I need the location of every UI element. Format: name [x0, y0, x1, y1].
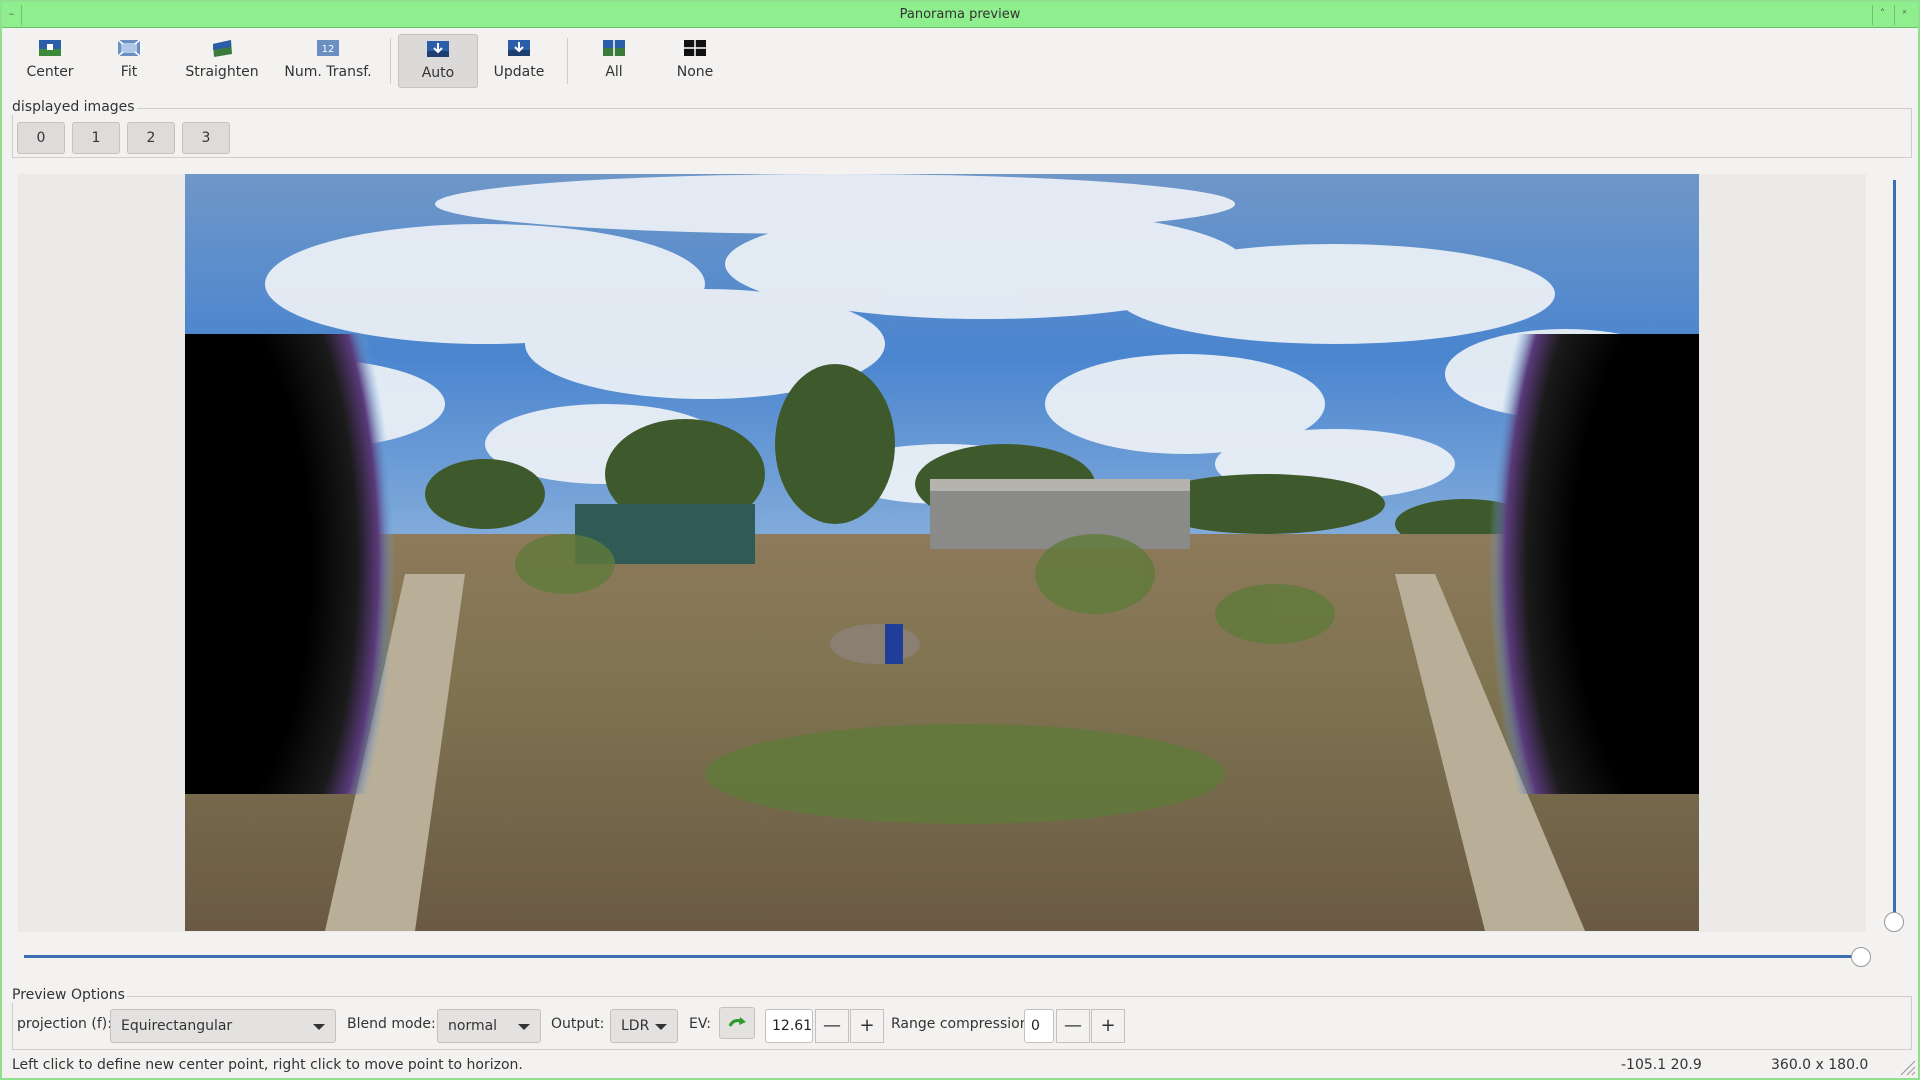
center-label: Center — [26, 64, 74, 80]
auto-button[interactable]: Auto — [398, 34, 478, 88]
all-icon — [603, 40, 625, 56]
projection-select[interactable]: Equirectangular — [110, 1009, 336, 1043]
auto-icon — [427, 41, 449, 57]
status-coordinates: -105.1 20.9 — [1621, 1057, 1702, 1073]
vertical-slider-track[interactable] — [1893, 180, 1896, 922]
auto-label: Auto — [421, 65, 455, 81]
fit-label: Fit — [120, 64, 138, 80]
update-label: Update — [493, 64, 545, 80]
straighten-label: Straighten — [185, 64, 259, 80]
chevron-down-icon — [655, 1024, 667, 1030]
range-compression-input[interactable]: 0 — [1024, 1009, 1054, 1043]
panorama-image[interactable] — [185, 174, 1699, 931]
toolbar-separator — [567, 38, 568, 84]
projection-value: Equirectangular — [121, 1018, 233, 1034]
blend-mode-label: Blend mode: — [347, 1016, 436, 1032]
redo-arrow-icon — [728, 1017, 746, 1027]
num-transf-label: Num. Transf. — [284, 64, 372, 80]
resize-grip-icon[interactable] — [1898, 1058, 1916, 1076]
image-1-toggle[interactable]: 1 — [72, 122, 120, 154]
maximize-button[interactable]: ˄ — [1872, 5, 1892, 25]
ev-decrement-button[interactable]: — — [815, 1009, 849, 1043]
output-label: Output: — [551, 1016, 605, 1032]
vertical-slider-handle[interactable] — [1884, 912, 1904, 932]
panorama-preview-window: – Panorama preview ˄ ˣ Center Fit Straig… — [0, 0, 1920, 1080]
horizontal-slider-track[interactable] — [24, 955, 1862, 958]
none-button[interactable]: None — [666, 34, 724, 88]
ev-label: EV: — [689, 1016, 711, 1032]
close-button[interactable]: ˣ — [1894, 5, 1914, 25]
ev-input[interactable]: 12.61 — [765, 1009, 813, 1043]
ev-increment-button[interactable]: + — [850, 1009, 884, 1043]
num-transf-button[interactable]: 12 Num. Transf. — [282, 34, 374, 88]
none-label: None — [676, 64, 714, 80]
status-message: Left click to define new center point, r… — [12, 1057, 523, 1073]
center-icon — [39, 40, 61, 56]
chevron-down-icon — [518, 1024, 530, 1030]
center-button[interactable]: Center — [16, 34, 84, 88]
title-bar[interactable]: – Panorama preview ˄ ˣ — [2, 2, 1918, 28]
toolbar: Center Fit Straighten 12 Num. Transf. Au… — [2, 30, 1918, 92]
update-icon — [508, 40, 530, 56]
window-title: Panorama preview — [899, 7, 1021, 22]
fit-button[interactable]: Fit — [104, 34, 154, 88]
fit-icon — [117, 39, 141, 57]
numeric-transform-icon: 12 — [317, 40, 339, 56]
range-compression-label: Range compression: — [891, 1016, 1034, 1032]
reset-ev-button[interactable] — [719, 1007, 755, 1039]
chevron-down-icon — [313, 1024, 325, 1030]
image-2-toggle[interactable]: 2 — [127, 122, 175, 154]
straighten-button[interactable]: Straighten — [180, 34, 264, 88]
horizontal-slider-handle[interactable] — [1851, 947, 1871, 967]
straighten-icon — [213, 40, 232, 57]
svg-text:12: 12 — [322, 44, 335, 55]
preview-options-label: Preview Options — [12, 987, 127, 1003]
output-select[interactable]: LDR — [610, 1009, 678, 1043]
projection-label: projection (f): — [17, 1016, 112, 1032]
none-icon — [684, 40, 706, 56]
toolbar-separator — [390, 38, 391, 84]
image-3-toggle[interactable]: 3 — [182, 122, 230, 154]
status-fov: 360.0 x 180.0 — [1771, 1057, 1869, 1073]
output-value: LDR — [621, 1018, 650, 1034]
displayed-images-label: displayed images — [12, 99, 137, 115]
update-button[interactable]: Update — [488, 34, 550, 88]
blend-mode-value: normal — [448, 1018, 498, 1034]
blend-mode-select[interactable]: normal — [437, 1009, 541, 1043]
range-increment-button[interactable]: + — [1091, 1009, 1125, 1043]
displayed-images-group — [12, 108, 1912, 158]
image-0-toggle[interactable]: 0 — [17, 122, 65, 154]
all-label: All — [605, 64, 623, 80]
range-decrement-button[interactable]: — — [1056, 1009, 1090, 1043]
all-button[interactable]: All — [586, 34, 642, 88]
